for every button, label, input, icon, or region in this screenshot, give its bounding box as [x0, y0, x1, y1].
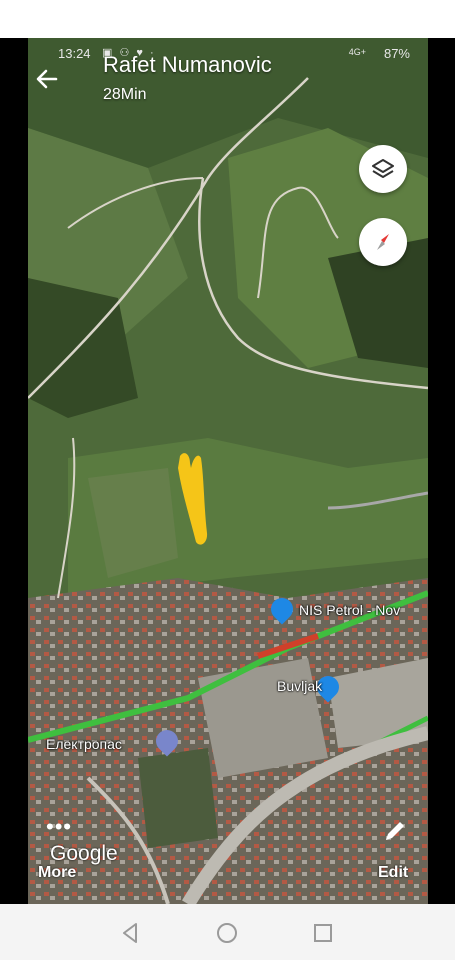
circle-home-icon [217, 923, 237, 943]
page-title: Rafet Numanovic [103, 52, 272, 77]
top-white-border [0, 0, 455, 38]
compass-icon [377, 234, 389, 250]
system-navigation-bar [0, 904, 455, 960]
edit-button[interactable]: Edit [378, 864, 408, 882]
map-screen[interactable]: 13:24 ▣ ⚇ ♥ · 4G+ 87% Rafet Numanovic 28… [28, 38, 428, 904]
layers-button[interactable] [359, 145, 407, 193]
square-recents-icon [314, 924, 332, 942]
google-logo: Google [50, 842, 118, 865]
app-frame: 13:24 ▣ ⚇ ♥ · 4G+ 87% Rafet Numanovic 28… [0, 0, 455, 960]
nav-back-button[interactable] [116, 918, 146, 948]
battery-level: 87% [383, 46, 410, 61]
back-button[interactable] [32, 64, 62, 94]
compass-button[interactable] [359, 218, 407, 266]
nav-home-button[interactable] [212, 918, 242, 948]
network-indicator: 4G+ [348, 47, 366, 57]
nav-recents-button[interactable] [308, 918, 338, 948]
fuel-station-label[interactable]: NIS Petrol - Nov [299, 602, 400, 618]
electro-label[interactable]: Електропас [46, 736, 122, 752]
page-subtitle: 28Min [103, 86, 147, 103]
triangle-back-icon [123, 923, 137, 943]
more-options-icon[interactable]: ••• [46, 814, 72, 840]
layers-icon [372, 159, 394, 178]
shop-label[interactable]: Buvljak [277, 678, 322, 694]
more-button[interactable]: More [38, 864, 76, 882]
status-time: 13:24 [58, 46, 91, 61]
arrow-left-icon [36, 69, 58, 89]
pencil-icon[interactable] [380, 816, 410, 846]
